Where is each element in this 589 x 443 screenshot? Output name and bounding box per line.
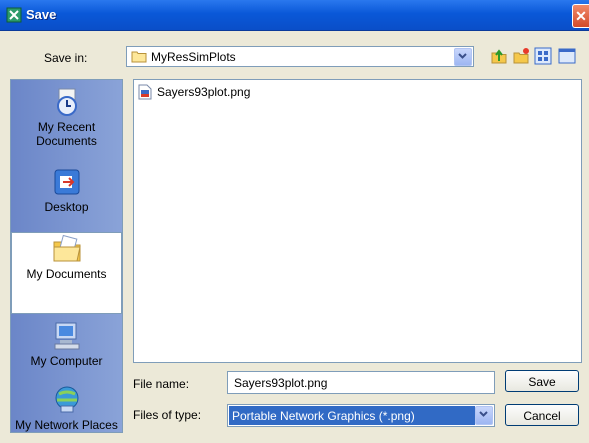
file-list[interactable]: Sayers93plot.png <box>133 79 582 363</box>
png-file-icon <box>138 84 152 100</box>
file-name-label: File name: <box>133 377 190 391</box>
folder-icon <box>131 51 147 63</box>
file-item[interactable]: Sayers93plot.png <box>138 84 250 100</box>
place-label: My Recent Documents <box>36 120 97 148</box>
save-button[interactable]: Save <box>505 370 579 392</box>
cancel-button[interactable]: Cancel <box>505 404 579 426</box>
recent-documents-icon <box>56 88 77 116</box>
file-type-dropdown-button[interactable] <box>475 406 493 425</box>
place-label: Desktop <box>44 200 89 214</box>
save-in-dropdown-button[interactable] <box>454 48 472 66</box>
tools-menu-icon[interactable] <box>558 47 576 65</box>
network-places-icon <box>55 386 78 413</box>
save-in-label: Save in: <box>44 51 88 65</box>
my-documents-icon <box>53 234 81 262</box>
place-my-computer[interactable]: My Computer <box>11 320 122 382</box>
file-type-dropdown[interactable]: Portable Network Graphics (*.png) <box>227 404 495 427</box>
window-title: Save <box>26 7 57 22</box>
place-label: My Computer <box>30 354 103 368</box>
save-in-dropdown[interactable]: MyResSimPlots <box>126 46 474 67</box>
file-type-value: Portable Network Graphics (*.png) <box>232 409 415 423</box>
close-icon: ✕ <box>575 8 587 24</box>
desktop-icon <box>54 169 79 195</box>
place-desktop[interactable]: Desktop <box>11 166 122 230</box>
app-icon <box>6 7 22 23</box>
view-menu-icon[interactable] <box>534 47 552 65</box>
close-button[interactable]: ✕ <box>572 4 589 28</box>
place-my-recent-documents[interactable]: My Recent Documents <box>11 86 122 164</box>
save-in-value: MyResSimPlots <box>151 50 236 64</box>
places-bar: My Recent Documents Desktop My Documents… <box>10 79 123 433</box>
file-name: Sayers93plot.png <box>157 85 251 99</box>
file-name-input[interactable]: Sayers93plot.png <box>227 371 495 394</box>
place-my-documents[interactable]: My Documents <box>11 232 122 314</box>
chevron-down-icon <box>479 411 488 417</box>
new-folder-icon[interactable] <box>512 47 530 65</box>
place-label: My Documents <box>26 267 107 281</box>
place-label: My Network Places <box>15 418 118 432</box>
up-one-level-icon[interactable] <box>490 47 508 65</box>
my-computer-icon <box>54 322 79 350</box>
place-my-network-places[interactable]: My Network Places <box>11 384 122 432</box>
file-name-value: Sayers93plot.png <box>234 376 328 390</box>
title-bar[interactable]: Save ✕ <box>0 0 589 31</box>
file-type-label: Files of type: <box>133 408 202 422</box>
chevron-down-icon <box>458 53 467 59</box>
